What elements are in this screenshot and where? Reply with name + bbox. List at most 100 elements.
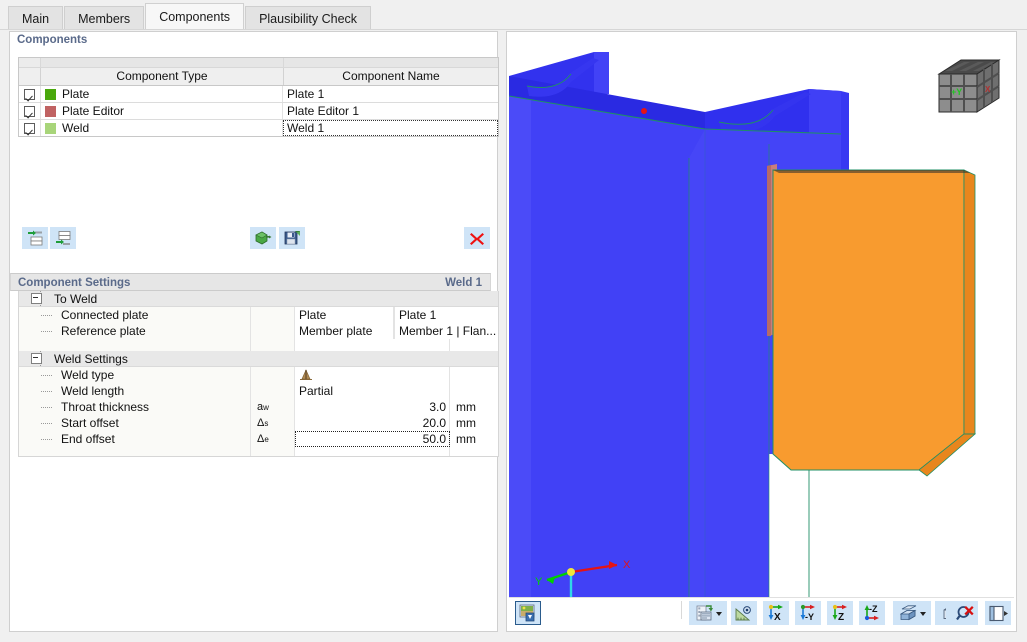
- component-color-swatch: [45, 123, 56, 134]
- settings-row[interactable]: End offsetΔe50.0mm: [19, 431, 498, 447]
- settings-row[interactable]: Weld length Partial: [19, 383, 498, 399]
- components-toolbar: [18, 227, 499, 255]
- view-direction-z-button[interactable]: Z: [827, 601, 853, 625]
- settings-row-unit: mm: [450, 431, 498, 447]
- visibility-layers-button[interactable]: [893, 601, 931, 625]
- render-mode-button[interactable]: [515, 601, 541, 625]
- component-settings-button[interactable]: [250, 227, 276, 249]
- row-component-name[interactable]: Plate Editor 1: [283, 103, 498, 119]
- subheader-cell-name: [284, 58, 498, 67]
- settings-row-symbol: aw: [251, 399, 295, 415]
- table-row[interactable]: WeldWeld 1: [19, 120, 498, 136]
- row-component-type[interactable]: Plate: [41, 86, 283, 102]
- component-color-swatch: [45, 89, 56, 100]
- tree-branch-line: [41, 407, 53, 408]
- view-direction-ny-button[interactable]: -Y: [795, 601, 821, 625]
- settings-row[interactable]: Start offsetΔs20.0mm: [19, 415, 498, 431]
- settings-row-label: Start offset: [61, 416, 119, 430]
- insert-above-icon: [26, 230, 44, 247]
- display-properties-button[interactable]: [689, 601, 727, 625]
- settings-row-value-secondary[interactable]: Plate 1: [394, 307, 498, 323]
- settings-group-weld-settings[interactable]: Weld Settings: [19, 351, 498, 367]
- table-body: Plate Plate 1 Plate EditorPlate Editor 1We…: [19, 86, 498, 136]
- reset-zoom-button[interactable]: [952, 601, 978, 625]
- toolbar-separator-1: [681, 601, 682, 619]
- settings-unit-text: mm: [456, 416, 476, 430]
- component-settings-subject: Weld 1: [445, 274, 482, 291]
- zoom-cancel-icon: [956, 605, 975, 622]
- tab-bar: MainMembersComponentsPlausibility Check: [0, 0, 1027, 30]
- settings-value-text: Partial: [299, 384, 333, 398]
- settings-spacer: [19, 339, 498, 351]
- settings-row[interactable]: Connected plate PlatePlate 1: [19, 307, 498, 323]
- settings-rows: To WeldConnected plate PlatePlate 1Refere…: [19, 291, 498, 457]
- settings-row-value[interactable]: 20.0: [295, 415, 450, 431]
- spacer-cell: [19, 447, 251, 457]
- settings-row-label: End offset: [61, 432, 115, 446]
- axis-origin: [567, 568, 575, 576]
- tab-components[interactable]: Components: [145, 3, 244, 30]
- header-component-type[interactable]: Component Type: [41, 68, 284, 85]
- settings-row-label: Weld length: [61, 384, 124, 398]
- measure-tool-button[interactable]: [731, 601, 757, 625]
- svg-text:X: X: [774, 612, 781, 622]
- navigation-cube: +Y X: [939, 60, 999, 112]
- settings-row-value[interactable]: 50.0: [295, 431, 450, 447]
- tab-members[interactable]: Members: [64, 6, 144, 30]
- spacer-cell: [19, 339, 251, 351]
- settings-group-to-weld[interactable]: To Weld: [19, 291, 498, 307]
- table-row[interactable]: Plate EditorPlate Editor 1: [19, 103, 498, 120]
- model-viewport[interactable]: X Y Z: [509, 34, 1014, 597]
- settings-row[interactable]: Throat thicknessaw3.0mm: [19, 399, 498, 415]
- tab-main[interactable]: Main: [8, 6, 63, 30]
- components-table: Component Type Component Name PlatePlate…: [18, 57, 499, 137]
- settings-row-name-cell: Start offset: [19, 415, 251, 431]
- display-properties-caret[interactable]: [716, 612, 722, 616]
- header-component-name[interactable]: Component Name: [284, 68, 498, 85]
- view-x-icon: X: [767, 604, 786, 622]
- settings-row-name-cell: End offset: [19, 431, 251, 447]
- tab-plausibility-check[interactable]: Plausibility Check: [245, 6, 371, 30]
- insert-component-below-button[interactable]: [50, 227, 76, 249]
- row-checkbox[interactable]: [24, 106, 35, 117]
- settings-row[interactable]: Weld type: [19, 367, 498, 383]
- row-component-type[interactable]: Weld: [41, 120, 283, 136]
- component-color-swatch: [45, 106, 56, 117]
- save-component-button[interactable]: [279, 227, 305, 249]
- layers-caret[interactable]: [920, 612, 926, 616]
- settings-row-value[interactable]: [295, 367, 450, 383]
- row-checkbox[interactable]: [24, 89, 35, 100]
- row-checkbox[interactable]: [24, 123, 35, 134]
- view-direction-nz-button[interactable]: -Z: [859, 601, 885, 625]
- subheader-cell-type: [41, 58, 284, 67]
- settings-row-value[interactable]: Partial: [295, 383, 450, 399]
- collapse-toggle-icon[interactable]: [31, 293, 42, 304]
- insert-component-above-button[interactable]: [22, 227, 48, 249]
- close-x-icon: [468, 230, 486, 247]
- delete-component-button[interactable]: [464, 227, 490, 249]
- axis-x-label: X: [623, 559, 631, 571]
- row-checkbox-cell[interactable]: [19, 86, 41, 102]
- table-row[interactable]: Plate Plate 1: [19, 86, 498, 103]
- settings-row-value-secondary[interactable]: Member 1 | Flan...: [394, 323, 498, 339]
- plug-settings-icon: [254, 230, 272, 247]
- application-window: MainMembersComponentsPlausibility Check …: [0, 0, 1027, 642]
- components-title: Components: [17, 34, 87, 46]
- settings-row-value[interactable]: 3.0: [295, 399, 450, 415]
- settings-row-value[interactable]: Plate: [295, 307, 394, 323]
- row-checkbox-cell[interactable]: [19, 120, 41, 136]
- row-component-name[interactable]: Weld 1: [283, 120, 498, 136]
- settings-row-name-cell: Connected plate: [19, 307, 251, 323]
- tree-branch-line: [41, 375, 53, 376]
- settings-row-label: Weld type: [61, 368, 114, 382]
- settings-row-value[interactable]: Member plate: [295, 323, 394, 339]
- row-component-type[interactable]: Plate Editor: [41, 103, 283, 119]
- settings-row[interactable]: Reference plateMember plateMember 1 | Fl…: [19, 323, 498, 339]
- toggle-panel-button[interactable]: [985, 601, 1011, 625]
- component-name-label: Plate 1: [287, 87, 324, 101]
- row-component-name[interactable]: Plate 1: [283, 86, 498, 102]
- tab-underline: [0, 29, 1027, 30]
- view-direction-x-button[interactable]: X: [763, 601, 789, 625]
- collapse-toggle-icon[interactable]: [31, 353, 42, 364]
- row-checkbox-cell[interactable]: [19, 103, 41, 119]
